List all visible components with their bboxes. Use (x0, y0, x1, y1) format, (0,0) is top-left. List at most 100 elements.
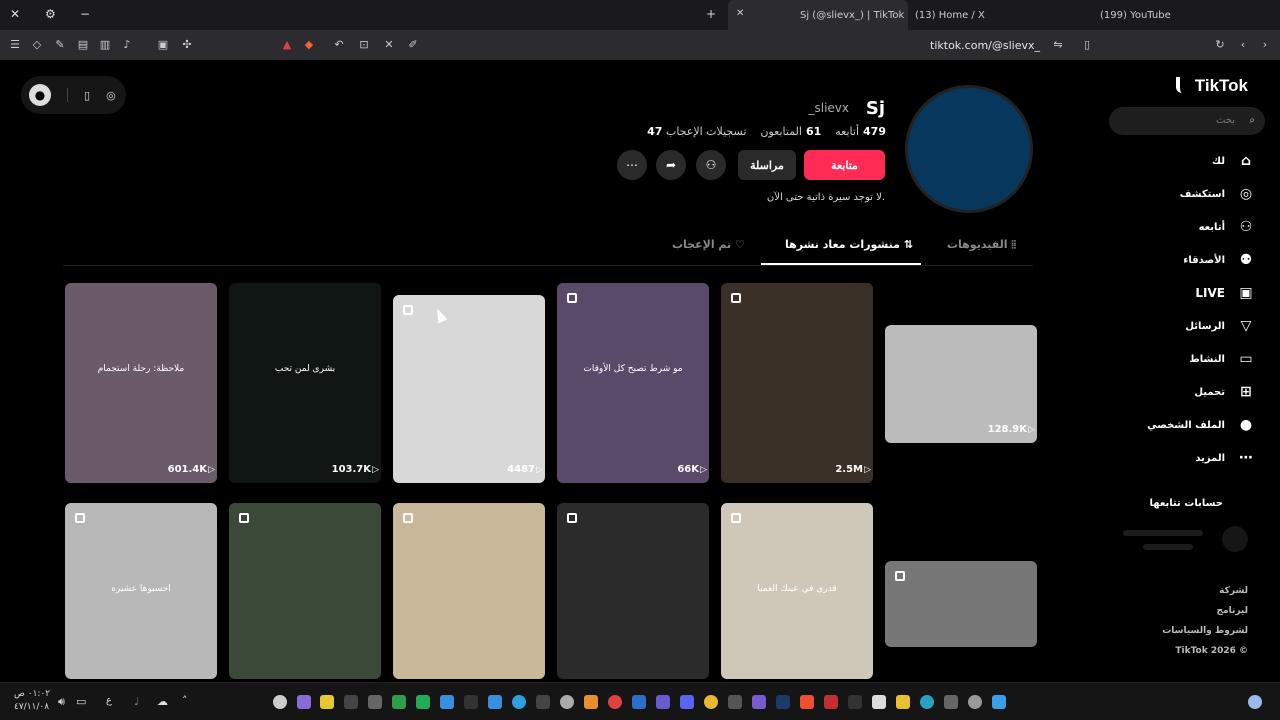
bookmark-icon[interactable]: ▯ (1080, 38, 1094, 52)
app-icon[interactable] (752, 695, 766, 709)
user-avatar-icon[interactable]: ● (29, 84, 51, 106)
undo-icon[interactable]: ↶ (332, 38, 346, 52)
video-card[interactable]: مو شرط تصبح كل الأوقات 66K ▷ (557, 283, 709, 483)
site-settings-icon[interactable]: ⇋ (1051, 38, 1065, 52)
app-icon[interactable] (488, 695, 502, 709)
pen-icon[interactable]: ✐ (406, 38, 420, 52)
search-taskbar-icon[interactable] (968, 695, 982, 709)
shield-icon[interactable]: ◇ (30, 38, 44, 52)
sidebar-item-profile[interactable]: الملف الشخصي ● (1115, 413, 1255, 437)
tab-reposts[interactable]: منشورات معاد نشرها ⇅ (785, 238, 913, 251)
sidebar-item-explore[interactable]: استكشف ◎ (1115, 182, 1255, 206)
app-icon[interactable] (536, 695, 550, 709)
music-icon[interactable]: ♪ (120, 38, 134, 52)
tab-x[interactable]: (13) Home / X (915, 0, 1075, 30)
app-icon[interactable] (464, 695, 478, 709)
mini-profile-pill[interactable]: ● ▯ ◎ (21, 76, 126, 114)
footer-link-terms[interactable]: لشروط والسياسات (1162, 626, 1248, 636)
puzzle-icon[interactable]: ✣ (180, 38, 194, 52)
share-button[interactable]: ➦ (656, 150, 686, 180)
video-card[interactable] (557, 503, 709, 679)
settings-icon[interactable]: ⚙ (45, 7, 56, 21)
mic-icon[interactable]: ♩ (134, 695, 139, 708)
sidebar-item-activity[interactable]: النشاط ▭ (1115, 347, 1255, 371)
reader-icon[interactable]: ▤ (76, 38, 90, 52)
video-card[interactable]: 2.5M ▷ (721, 283, 873, 483)
app-icon[interactable] (656, 695, 670, 709)
folder-icon[interactable] (896, 695, 910, 709)
sidebar-item-upload[interactable]: تحميل ⊞ (1115, 380, 1255, 404)
menu-icon[interactable]: ☰ (8, 38, 22, 52)
volume-icon[interactable]: 🔊︎ (58, 695, 65, 709)
new-tab-icon[interactable]: + (706, 7, 716, 21)
followers-stat[interactable]: 61المتابعون (760, 125, 821, 138)
app-icon[interactable] (416, 695, 430, 709)
sidebar-item-more[interactable]: المزيد ⋯ (1115, 446, 1255, 470)
video-card[interactable] (885, 561, 1037, 647)
tab-liked[interactable]: تم الإعجاب ♡ (672, 238, 745, 251)
language-indicator[interactable]: ع (106, 695, 112, 706)
app-icon[interactable] (608, 695, 622, 709)
app-icon[interactable] (872, 695, 886, 709)
task-view-icon[interactable] (944, 695, 958, 709)
app-icon[interactable] (368, 695, 382, 709)
video-card[interactable]: احسبوها عشيره (65, 503, 217, 679)
clock[interactable]: ٠١:٠٢ ص ٤٧/١١/٠٨ (14, 688, 50, 713)
sidebar-item-messages[interactable]: الرسائل ▽ (1115, 314, 1255, 338)
app-icon[interactable] (848, 695, 862, 709)
edge-icon[interactable] (920, 695, 934, 709)
brave-icon[interactable]: ▲ (280, 38, 294, 52)
network-icon[interactable]: ☁ (157, 695, 168, 708)
translate-icon[interactable]: ✕ (382, 38, 396, 52)
windows-start-icon[interactable] (992, 695, 1006, 709)
video-card[interactable] (393, 503, 545, 679)
display-icon[interactable]: ▭ (76, 695, 86, 708)
telegram-icon[interactable] (512, 695, 526, 709)
footer-link-program[interactable]: ليرنامج (1217, 606, 1248, 616)
app-icon[interactable] (344, 695, 358, 709)
app-icon[interactable] (273, 695, 287, 709)
compass-small-icon[interactable]: ◎ (106, 89, 116, 102)
sidebar-icon[interactable]: ▥ (98, 38, 112, 52)
tab-youtube[interactable]: (199) YouTube (1100, 0, 1270, 30)
app-icon[interactable] (632, 695, 646, 709)
tab-videos[interactable]: الفيديوهات ⦙⦙ (947, 238, 1016, 252)
app-icon[interactable] (440, 695, 454, 709)
crop-icon[interactable]: ⊡ (357, 38, 371, 52)
reload-icon[interactable]: ↻ (1213, 38, 1227, 52)
app-icon[interactable] (320, 695, 334, 709)
more-options-button[interactable]: ⋯ (617, 150, 647, 180)
app-icon[interactable] (824, 695, 838, 709)
sidebar-item-following[interactable]: أتابعه ⚇ (1115, 215, 1255, 239)
add-friend-button[interactable]: ⚇ (696, 150, 726, 180)
back-icon[interactable]: ‹ (1236, 38, 1250, 52)
tiktok-logo[interactable]: TikTok (1172, 76, 1248, 96)
forward-icon[interactable]: › (1258, 38, 1272, 52)
brave-browser-icon[interactable] (800, 695, 814, 709)
app-icon[interactable] (297, 695, 311, 709)
following-stat[interactable]: 479أتابعه (835, 125, 886, 138)
discord-icon[interactable] (680, 695, 694, 709)
sidebar-item-friends[interactable]: الأصدقاء ⚉ (1115, 248, 1255, 272)
steam-icon[interactable] (776, 695, 790, 709)
video-card[interactable]: 4487 ▷ (393, 295, 545, 483)
video-card[interactable]: 128.9K ▷ (885, 325, 1037, 443)
tab-tiktok[interactable]: ✕ Sj (@slievx_) | TikTok (728, 0, 908, 30)
weather-icon[interactable] (1248, 695, 1262, 709)
video-card[interactable] (229, 503, 381, 679)
sidebar-item-live[interactable]: LIVE ▣ (1115, 281, 1255, 305)
video-card[interactable]: قدري في عينك العميا (721, 503, 873, 679)
brave-shield-icon[interactable]: ◆ (302, 38, 316, 52)
extensions-icon[interactable]: ✎ (53, 38, 67, 52)
device-icon[interactable]: ▯ (84, 89, 90, 102)
app-icon[interactable] (704, 695, 718, 709)
message-button[interactable]: مراسلة (738, 150, 796, 180)
screenshot-icon[interactable]: ▣ (156, 38, 170, 52)
footer-link-company[interactable]: لشركة (1219, 586, 1248, 596)
url-field[interactable]: tiktok.com/@slievx_ (930, 39, 1040, 52)
app-icon[interactable] (392, 695, 406, 709)
app-icon[interactable] (728, 695, 742, 709)
close-tab-icon[interactable]: ✕ (736, 8, 744, 19)
github-icon[interactable] (560, 695, 574, 709)
video-card[interactable]: ملاحظة: رحلة استجمام 601.4K ▷ (65, 283, 217, 483)
